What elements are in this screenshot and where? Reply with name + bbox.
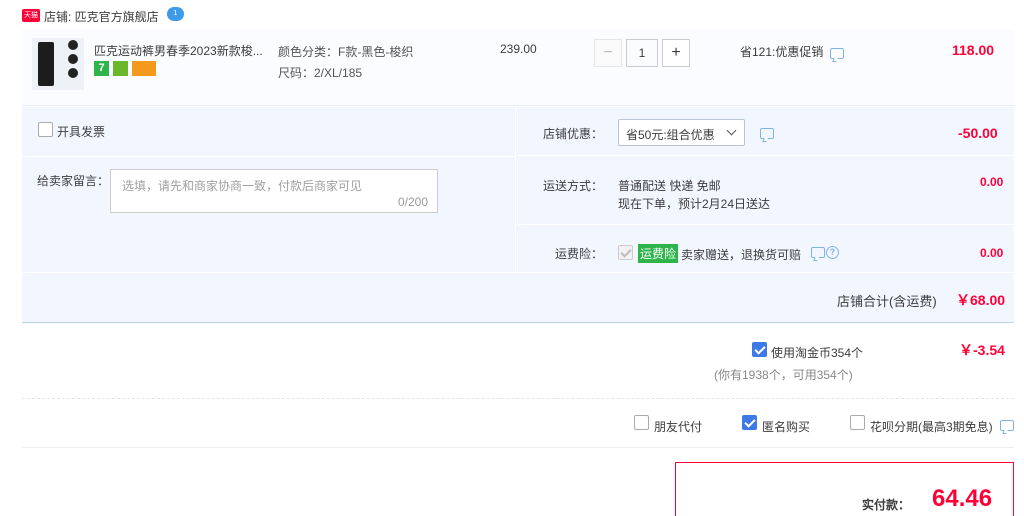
shop-discount-select[interactable]: 省50元:组合优惠 — [618, 119, 745, 146]
promo-text: 省121:优惠促销 — [740, 45, 824, 59]
payment-label: 实付款： — [862, 498, 911, 512]
coins-row: 使用淘金币354个 (你有1938个，可用354个) ￥-3.54 — [22, 324, 1014, 399]
shop-total-label: 店铺合计(含运费) — [837, 294, 937, 309]
coins-label[interactable]: 使用淘金币354个 — [771, 344, 863, 361]
item-size: 尺码：2/XL/185 — [278, 66, 363, 80]
seven-day-return-icon: 7 — [94, 61, 109, 76]
tmall-badge: 天猫 — [22, 9, 40, 22]
delivery-eta: 现在下单，预计2月24日送达 — [618, 197, 771, 211]
installment-checkbox[interactable] — [850, 415, 865, 430]
quantity-stepper: − 1 + — [594, 39, 690, 67]
order-options-section: 开具发票 给卖家留言： 选填，请先和商家协商一致，付款后商家可见 0/200 店… — [22, 107, 1014, 323]
coins-amount: ￥-3.54 — [959, 342, 1005, 358]
installment-comment-icon[interactable] — [1000, 420, 1014, 431]
item-title[interactable]: 匹克运动裤男春季2023新款梭... — [94, 42, 263, 59]
item-row: 匹克运动裤男春季2023新款梭... 7 颜色分类：F款-黑色-梭织 尺码：2/… — [22, 30, 1014, 106]
delivery-label: 运送方式： — [543, 179, 604, 193]
invoice-checkbox[interactable] — [38, 122, 53, 137]
shop-discount-label: 店铺优惠： — [543, 127, 604, 141]
authentic-badge-icon — [113, 61, 128, 76]
insurance-desc: 卖家赠送，退换货可赔 — [681, 248, 802, 262]
increase-button[interactable]: + — [662, 39, 690, 67]
product-image[interactable] — [32, 38, 84, 90]
shop-discount-row: 店铺优惠： 省50元:组合优惠 -50.00 — [518, 107, 1014, 156]
shop-discount-value: 省50元:组合优惠 — [626, 128, 715, 142]
decrease-button[interactable]: − — [594, 39, 622, 67]
chat-count: 1 — [173, 10, 178, 17]
shop-header: 天猫 店铺: 匹克官方旗舰店 1 — [22, 7, 422, 25]
message-textarea[interactable]: 选填，请先和商家协商一致，付款后商家可见 0/200 — [110, 169, 438, 213]
message-placeholder: 选填，请先和商家协商一致，付款后商家可见 — [122, 179, 363, 193]
discount-comment-icon[interactable] — [760, 128, 774, 139]
message-label: 给卖家留言： — [37, 174, 110, 188]
insurance-checkbox[interactable] — [618, 245, 633, 260]
coins-note: (你有1938个，可用354个) — [714, 368, 853, 382]
installment-label[interactable]: 花呗分期(最高3期免息) — [870, 418, 993, 435]
options-left-column: 开具发票 给卖家留言： 选填，请先和商家协商一致，付款后商家可见 0/200 — [22, 107, 516, 272]
insurance-label: 运费险： — [555, 247, 604, 261]
service-tags: 7 — [94, 61, 164, 77]
insurance-comment-icon[interactable] — [811, 247, 825, 258]
friend-pay-label[interactable]: 朋友代付 — [654, 418, 702, 435]
payment-amount: 64.46 — [932, 485, 993, 512]
chat-bubble-icon[interactable]: 1 — [167, 7, 184, 21]
coins-checkbox[interactable] — [752, 342, 767, 357]
promo-comment-icon[interactable] — [830, 48, 844, 59]
item-total: 118.00 — [952, 42, 995, 58]
quantity-input[interactable]: 1 — [626, 39, 658, 67]
invoice-label[interactable]: 开具发票 — [57, 123, 105, 140]
shop-discount-amount: -50.00 — [958, 125, 998, 141]
anonymous-checkbox[interactable] — [742, 415, 757, 430]
item-color: 颜色分类：F款-黑色-梭织 — [278, 45, 414, 59]
delivery-method: 普通配送 快递 免邮 — [618, 179, 721, 193]
pants-image — [38, 42, 54, 86]
insurance-tag: 运费险 — [638, 244, 679, 263]
payment-options-row: 朋友代付 匿名购买 花呗分期(最高3期免息) — [22, 400, 1014, 448]
unit-price: 239.00 — [500, 42, 537, 56]
shop-total-amount: ￥68.00 — [956, 292, 1006, 308]
insurance-amount: 0.00 — [980, 246, 1004, 260]
anonymous-label[interactable]: 匿名购买 — [762, 418, 810, 435]
credit-card-icon — [132, 61, 156, 76]
friend-pay-checkbox[interactable] — [634, 415, 649, 430]
delivery-row: 运送方式： 普通配送 快递 免邮 现在下单，预计2月24日送达 0.00 — [518, 157, 1014, 225]
insurance-row: 运费险： 运费险 卖家赠送，退换货可赔 ? 0.00 — [518, 226, 1014, 272]
chevron-down-icon — [726, 125, 737, 136]
shop-name[interactable]: 店铺: 匹克官方旗舰店 — [44, 8, 159, 25]
delivery-amount: 0.00 — [980, 175, 1004, 189]
message-char-count: 0/200 — [397, 195, 428, 209]
help-question-icon[interactable]: ? — [826, 246, 839, 259]
payment-summary-box: 实付款： 64.46 — [675, 462, 1014, 516]
